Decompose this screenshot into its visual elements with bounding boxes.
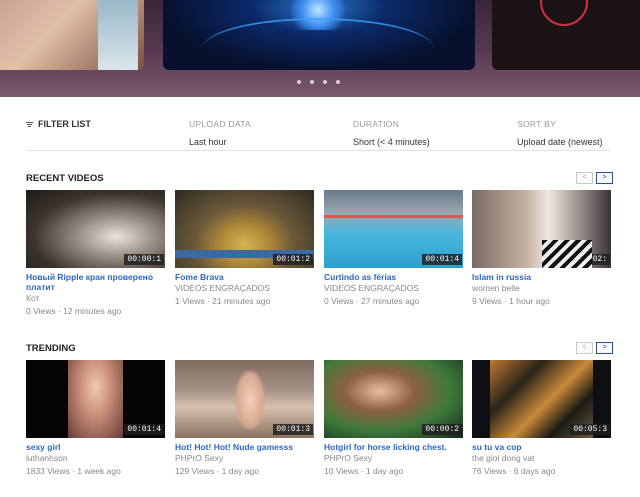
video-thumbnail[interactable]: 00:00:2	[324, 360, 463, 438]
filter-list-label: FILTER LIST	[38, 119, 91, 129]
filter-upload-label: UPLOAD DATA	[189, 119, 252, 129]
filter-duration-label: DURATION	[353, 119, 400, 129]
video-title-link[interactable]: su tu va cop	[472, 442, 611, 452]
carousel-slide-active[interactable]	[163, 0, 475, 70]
video-title-link[interactable]: Fome Brava	[175, 272, 314, 282]
video-title-link[interactable]: Новый Ripple кран проверено платит	[26, 272, 165, 292]
video-thumbnail[interactable]: 00:01:4	[324, 190, 463, 268]
video-title-link[interactable]: Hotgirl for horse licking chest.	[324, 442, 463, 452]
carousel-dot-3[interactable]	[323, 80, 327, 84]
carousel-slide-previous[interactable]	[0, 0, 144, 70]
carousel-slide-next[interactable]	[492, 0, 640, 70]
slide-artwork-arc	[203, 18, 433, 70]
filter-list-toggle[interactable]: FILTER LIST	[26, 119, 91, 129]
recent-carousel-nav: < >	[576, 172, 613, 184]
filter-upload: UPLOAD DATA Last hour	[189, 119, 251, 147]
video-card: 00:01:3 Hot! Hot! Hot! Nude gamesss PHPr…	[175, 360, 314, 476]
section-title-recent: RECENT VIDEOS	[26, 173, 104, 184]
video-title-link[interactable]: Hot! Hot! Hot! Nude gamesss	[175, 442, 314, 452]
filter-bar: FILTER LIST UPLOAD DATA Last hour DURATI…	[26, 115, 611, 151]
trending-carousel-nav: < >	[576, 342, 613, 354]
filter-icon	[26, 121, 33, 128]
video-duration: 00:01:3	[273, 424, 313, 435]
video-author-link[interactable]: Кот	[26, 293, 165, 303]
filter-sort: SORT BY Upload date (newest)	[517, 119, 603, 147]
video-thumbnail[interactable]: 00:01:4	[26, 360, 165, 438]
video-duration: 00:01:4	[124, 424, 164, 435]
video-title-link[interactable]: sexy girl	[26, 442, 165, 452]
video-thumbnail[interactable]: 00:01:3	[175, 360, 314, 438]
video-author-link[interactable]: the gioi dong vat	[472, 453, 611, 463]
video-author-link[interactable]: PHPrO Sexy	[175, 453, 314, 463]
video-meta: 129 Views · 1 day ago	[175, 466, 259, 476]
carousel-dot-2[interactable]	[310, 80, 314, 84]
video-meta: 0 Views · 27 minutes ago	[324, 296, 420, 306]
video-author-link[interactable]: VIDEOS ENGRAÇADOS	[175, 283, 314, 293]
video-meta: 9 Views · 1 hour ago	[472, 296, 550, 306]
video-thumbnail[interactable]: 00:05:3	[472, 360, 611, 438]
trending-prev-button[interactable]: <	[576, 342, 593, 354]
video-card: 00:01:4 sexy girl luthanhson 1833 Views …	[26, 360, 165, 476]
hero-carousel	[0, 0, 640, 97]
recent-next-button[interactable]: >	[596, 172, 613, 184]
filter-upload-select[interactable]: Last hour	[189, 137, 251, 147]
video-thumbnail[interactable]: 00:01:2	[175, 190, 314, 268]
video-author-link[interactable]: VIDEOS ENGRAÇADOS	[324, 283, 463, 293]
video-duration: 00:02:	[575, 254, 610, 265]
video-card: 00:00:1 Новый Ripple кран проверено плат…	[26, 190, 165, 316]
carousel-dots	[297, 80, 340, 84]
video-meta: 76 Views · 6 days ago	[472, 466, 556, 476]
video-thumbnail[interactable]: 00:00:1	[26, 190, 165, 268]
filter-sort-label: SORT BY	[517, 119, 557, 129]
video-title-link[interactable]: Islam in russia	[472, 272, 611, 282]
section-title-trending: TRENDING	[26, 343, 76, 354]
recent-prev-button[interactable]: <	[576, 172, 593, 184]
video-duration: 00:05:3	[570, 424, 610, 435]
carousel-dot-1[interactable]	[297, 80, 301, 84]
video-card: 00:01:4 Curtindo as férias VIDEOS ENGRAÇ…	[324, 190, 463, 306]
video-author-link[interactable]: women belle	[472, 283, 611, 293]
video-card: 00:05:3 su tu va cop the gioi dong vat 7…	[472, 360, 611, 476]
video-thumbnail[interactable]: 00:02:	[472, 190, 611, 268]
video-meta: 10 Views · 1 day ago	[324, 466, 404, 476]
filter-duration-select[interactable]: Short (< 4 minutes)	[353, 137, 430, 147]
video-card: 00:02: Islam in russia women belle 9 Vie…	[472, 190, 611, 306]
video-duration: 00:01:4	[422, 254, 462, 265]
carousel-dot-4[interactable]	[336, 80, 340, 84]
video-duration: 00:00:1	[124, 254, 164, 265]
video-author-link[interactable]: luthanhson	[26, 453, 165, 463]
video-meta: 1 Views · 21 minutes ago	[175, 296, 271, 306]
filter-duration: DURATION Short (< 4 minutes)	[353, 119, 430, 147]
slide-artwork-ring	[540, 0, 588, 26]
video-duration: 00:01:2	[273, 254, 313, 265]
video-meta: 0 Views · 12 minutes ago	[26, 306, 122, 316]
video-card: 00:00:2 Hotgirl for horse licking chest.…	[324, 360, 463, 476]
video-meta: 1833 Views · 1 week ago	[26, 466, 121, 476]
filter-sort-select[interactable]: Upload date (newest)	[517, 137, 603, 147]
trending-next-button[interactable]: >	[596, 342, 613, 354]
video-title-link[interactable]: Curtindo as férias	[324, 272, 463, 282]
video-card: 00:01:2 Fome Brava VIDEOS ENGRAÇADOS 1 V…	[175, 190, 314, 306]
video-author-link[interactable]: PHPrO Sexy	[324, 453, 463, 463]
video-duration: 00:00:2	[422, 424, 462, 435]
